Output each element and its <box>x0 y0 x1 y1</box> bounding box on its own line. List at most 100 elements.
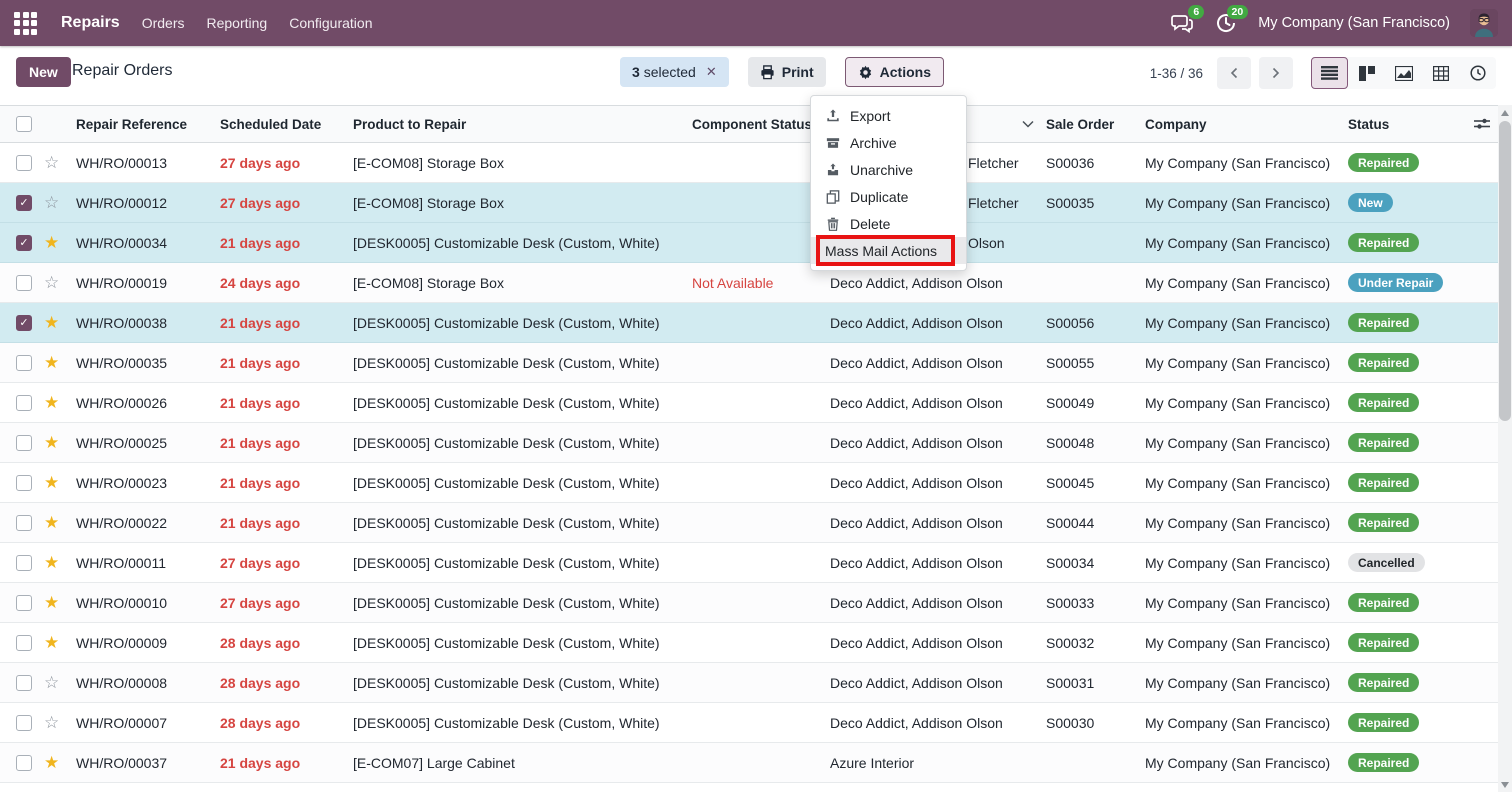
menu-reporting[interactable]: Reporting <box>207 15 268 31</box>
column-header-status[interactable]: Status <box>1348 117 1462 132</box>
star-filled-icon[interactable]: ★ <box>44 434 59 451</box>
star-filled-icon[interactable]: ★ <box>44 754 59 771</box>
star-outline-icon[interactable]: ☆ <box>44 674 59 691</box>
customer-cell: Deco Addict, Addison Olson <box>830 675 1046 691</box>
star-filled-icon[interactable]: ★ <box>44 554 59 571</box>
row-checkbox[interactable] <box>16 395 32 411</box>
activities-icon[interactable]: 20 <box>1214 11 1238 35</box>
star-filled-icon[interactable]: ★ <box>44 314 59 331</box>
column-header-repair-reference[interactable]: Repair Reference <box>76 117 220 132</box>
star-outline-icon[interactable]: ☆ <box>44 154 59 171</box>
table-row[interactable]: ★WH/RO/0001127 days ago[DESK0005] Custom… <box>0 543 1512 583</box>
table-row[interactable]: ★WH/RO/0001027 days ago[DESK0005] Custom… <box>0 583 1512 623</box>
vertical-scrollbar[interactable] <box>1498 105 1512 792</box>
table-row[interactable]: ★WH/RO/0002321 days ago[DESK0005] Custom… <box>0 463 1512 503</box>
graph-view-button[interactable] <box>1385 57 1422 89</box>
actions-menu-item[interactable]: Export <box>811 102 966 129</box>
row-checkbox[interactable] <box>16 515 32 531</box>
scrollbar-up-arrow[interactable] <box>1498 105 1512 120</box>
status-cell: Repaired <box>1348 513 1462 532</box>
table-row[interactable]: ☆WH/RO/0001924 days ago[E-COM08] Storage… <box>0 263 1512 303</box>
user-avatar[interactable] <box>1470 9 1498 37</box>
star-outline-icon[interactable]: ☆ <box>44 714 59 731</box>
actions-menu-item[interactable]: Archive <box>811 129 966 156</box>
row-checkbox[interactable] <box>16 555 32 571</box>
star-filled-icon[interactable]: ★ <box>44 594 59 611</box>
repair-reference-cell: WH/RO/00034 <box>76 235 220 251</box>
star-filled-icon[interactable]: ★ <box>44 354 59 371</box>
scrollbar-thumb[interactable] <box>1499 121 1511 421</box>
table-row[interactable]: ★WH/RO/0000928 days ago[DESK0005] Custom… <box>0 623 1512 663</box>
table-row[interactable]: ✓★WH/RO/0003421 days ago[DESK0005] Custo… <box>0 223 1512 263</box>
product-cell: [DESK0005] Customizable Desk (Custom, Wh… <box>353 595 692 611</box>
new-button[interactable]: New <box>16 57 71 87</box>
scheduled-date-cell: 21 days ago <box>220 515 353 531</box>
table-row[interactable]: ★WH/RO/0002221 days ago[DESK0005] Custom… <box>0 503 1512 543</box>
row-checkbox[interactable] <box>16 435 32 451</box>
scrollbar-down-arrow[interactable] <box>1498 777 1512 792</box>
table-row[interactable]: ☆WH/RO/0000728 days ago[DESK0005] Custom… <box>0 703 1512 743</box>
customer-cell: Deco Addict, Addison Olson <box>830 555 1046 571</box>
table-row[interactable]: ★WH/RO/0002521 days ago[DESK0005] Custom… <box>0 423 1512 463</box>
app-name[interactable]: Repairs <box>61 14 120 32</box>
company-cell: My Company (San Francisco) <box>1145 755 1348 771</box>
column-header-scheduled-date[interactable]: Scheduled Date <box>220 117 353 132</box>
row-checkbox[interactable] <box>16 475 32 491</box>
row-checkbox[interactable] <box>16 595 32 611</box>
status-cell: Repaired <box>1348 673 1462 692</box>
status-cell: Under Repair <box>1348 273 1462 292</box>
row-checkbox[interactable]: ✓ <box>16 315 32 331</box>
menu-configuration[interactable]: Configuration <box>289 15 372 31</box>
row-checkbox[interactable] <box>16 155 32 171</box>
apps-menu-icon[interactable] <box>14 12 37 35</box>
star-filled-icon[interactable]: ★ <box>44 634 59 651</box>
table-row[interactable]: ★WH/RO/0003721 days ago[E-COM07] Large C… <box>0 743 1512 783</box>
kanban-view-button[interactable] <box>1348 57 1385 89</box>
row-checkbox[interactable] <box>16 715 32 731</box>
star-filled-icon[interactable]: ★ <box>44 474 59 491</box>
repair-reference-cell: WH/RO/00009 <box>76 635 220 651</box>
menu-orders[interactable]: Orders <box>142 15 185 31</box>
clear-selection-icon[interactable]: ✕ <box>706 64 717 80</box>
actions-button[interactable]: Actions <box>845 57 944 87</box>
row-checkbox[interactable] <box>16 755 32 771</box>
star-outline-icon[interactable]: ☆ <box>44 274 59 291</box>
pager-next-button[interactable] <box>1259 57 1293 89</box>
list-view-button[interactable] <box>1311 57 1348 89</box>
star-filled-icon[interactable]: ★ <box>44 394 59 411</box>
column-header-product[interactable]: Product to Repair <box>353 117 692 132</box>
pager-previous-button[interactable] <box>1217 57 1251 89</box>
column-header-company[interactable]: Company <box>1145 117 1348 132</box>
actions-dropdown-menu: ExportArchiveUnarchiveDuplicateDeleteMas… <box>810 95 967 271</box>
star-filled-icon[interactable]: ★ <box>44 234 59 251</box>
repair-reference-cell: WH/RO/00011 <box>76 555 220 571</box>
row-checkbox[interactable] <box>16 355 32 371</box>
row-checkbox[interactable] <box>16 275 32 291</box>
star-filled-icon[interactable]: ★ <box>44 514 59 531</box>
star-outline-icon[interactable]: ☆ <box>44 194 59 211</box>
table-row[interactable]: ★WH/RO/0002621 days ago[DESK0005] Custom… <box>0 383 1512 423</box>
pivot-view-button[interactable] <box>1422 57 1459 89</box>
actions-menu-item[interactable]: Unarchive <box>811 156 966 183</box>
status-cell: Repaired <box>1348 753 1462 772</box>
table-row[interactable]: ★WH/RO/0003521 days ago[DESK0005] Custom… <box>0 343 1512 383</box>
table-row[interactable]: ☆WH/RO/0001327 days ago[E-COM08] Storage… <box>0 143 1512 183</box>
actions-menu-item[interactable]: Delete <box>811 210 966 237</box>
actions-menu-item[interactable]: Duplicate <box>811 183 966 210</box>
column-header-sale-order[interactable]: Sale Order <box>1046 117 1145 132</box>
page-title: Repair Orders <box>72 62 172 80</box>
row-checkbox[interactable] <box>16 635 32 651</box>
table-row[interactable]: ✓☆WH/RO/0001227 days ago[E-COM08] Storag… <box>0 183 1512 223</box>
select-all-checkbox[interactable] <box>16 116 32 132</box>
print-button[interactable]: Print <box>748 57 826 87</box>
row-checkbox[interactable]: ✓ <box>16 235 32 251</box>
messages-icon[interactable]: 6 <box>1170 11 1194 35</box>
activity-view-button[interactable] <box>1459 57 1496 89</box>
company-switcher[interactable]: My Company (San Francisco) <box>1258 15 1450 31</box>
table-row[interactable]: ☆WH/RO/0000828 days ago[DESK0005] Custom… <box>0 663 1512 703</box>
table-row[interactable]: ✓★WH/RO/0003821 days ago[DESK0005] Custo… <box>0 303 1512 343</box>
actions-menu-item[interactable]: Mass Mail Actions <box>811 237 966 264</box>
row-checkbox[interactable]: ✓ <box>16 195 32 211</box>
status-cell: New <box>1348 193 1462 212</box>
row-checkbox[interactable] <box>16 675 32 691</box>
